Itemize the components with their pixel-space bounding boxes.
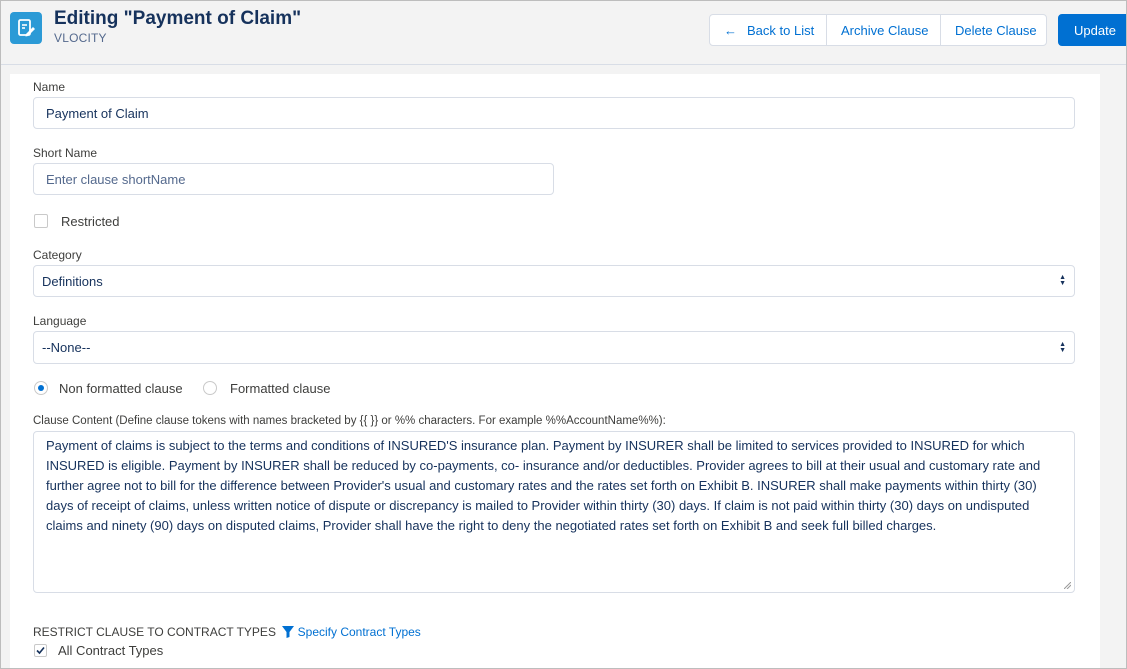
restricted-label: Restricted — [61, 214, 120, 229]
name-value: Payment of Claim — [46, 105, 149, 121]
category-value: Definitions — [42, 273, 103, 289]
checkmark-icon — [36, 646, 45, 655]
back-to-list-label: Back to List — [747, 22, 815, 38]
select-arrows-icon: ▲ ▼ — [1059, 340, 1066, 354]
clause-content-text: Payment of claims is subject to the term… — [46, 438, 1041, 533]
back-to-list-button[interactable]: ← Back to List — [709, 14, 827, 46]
filter-icon[interactable] — [282, 626, 295, 641]
page-title: Editing "Payment of Claim" — [54, 8, 302, 29]
language-label: Language — [33, 314, 87, 328]
language-select[interactable]: --None-- ▲ ▼ — [33, 331, 1075, 364]
formatted-radio[interactable] — [203, 381, 217, 395]
clause-form: Name Payment of Claim Short Name Enter c… — [10, 74, 1100, 668]
formatted-label: Formatted clause — [230, 381, 331, 396]
short-name-field[interactable]: Enter clause shortName — [33, 163, 554, 195]
name-label: Name — [33, 80, 66, 94]
delete-clause-label: Delete Clause — [955, 22, 1037, 38]
update-button[interactable]: Update — [1058, 14, 1126, 46]
page-subtitle: VLOCITY — [54, 31, 107, 45]
restricted-checkbox[interactable] — [34, 214, 48, 228]
non-formatted-radio[interactable] — [34, 381, 48, 395]
contract-types-heading-row: RESTRICT CLAUSE TO CONTRACT TYPES Specif… — [33, 625, 421, 641]
short-name-label: Short Name — [33, 146, 98, 160]
all-contract-types-checkbox[interactable] — [34, 644, 47, 657]
language-value: --None-- — [42, 340, 91, 355]
app-window: Editing "Payment of Claim" VLOCITY ← Bac… — [0, 0, 1127, 669]
short-name-placeholder: Enter clause shortName — [46, 171, 186, 187]
clause-edit-icon — [10, 12, 42, 44]
page-header: Editing "Payment of Claim" VLOCITY ← Bac… — [1, 1, 1126, 65]
category-select[interactable]: Definitions ▲ ▼ — [33, 265, 1075, 297]
name-field[interactable]: Payment of Claim — [33, 97, 1075, 129]
arrow-left-icon: ← — [724, 22, 737, 38]
category-label: Category — [33, 248, 82, 262]
clause-content-textarea[interactable]: Payment of claims is subject to the term… — [33, 431, 1075, 593]
clause-content-label: Clause Content (Define clause tokens wit… — [33, 415, 666, 427]
resize-grip-icon[interactable] — [1064, 582, 1071, 589]
non-formatted-label: Non formatted clause — [59, 381, 183, 396]
select-arrows-icon: ▲ ▼ — [1059, 274, 1066, 287]
delete-clause-button[interactable]: Delete Clause — [940, 14, 1047, 46]
all-contract-types-label: All Contract Types — [58, 643, 164, 658]
archive-clause-label: Archive Clause — [841, 22, 929, 38]
specify-contract-types-link[interactable]: Specify Contract Types — [298, 625, 421, 639]
archive-clause-button[interactable]: Archive Clause — [826, 14, 941, 46]
header-button-group: ← Back to List Archive Clause Delete Cla… — [709, 14, 1047, 46]
update-label: Update — [1074, 22, 1116, 38]
contract-types-heading: RESTRICT CLAUSE TO CONTRACT TYPES — [33, 625, 276, 639]
